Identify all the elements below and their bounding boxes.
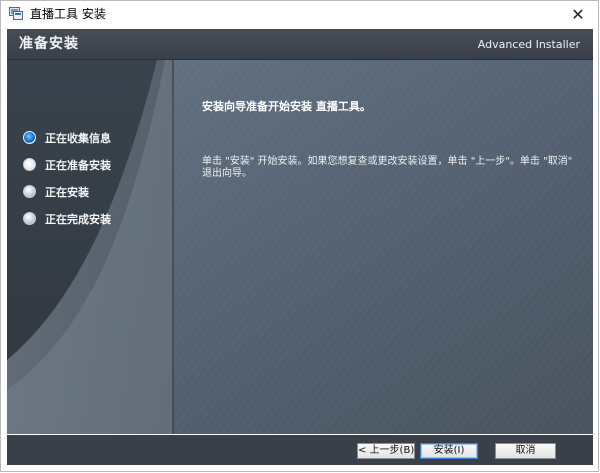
step-collecting-info: 正在收集信息 — [23, 124, 111, 151]
step-installing: 正在安装 — [23, 178, 111, 205]
step-label: 正在准备安装 — [45, 158, 111, 172]
cancel-button[interactable]: 取消 — [495, 443, 556, 459]
step-status-radio — [23, 158, 36, 171]
step-label: 正在收集信息 — [45, 131, 111, 145]
window-title: 直播工具 安装 — [30, 7, 106, 21]
close-icon: ✕ — [571, 4, 585, 24]
step-preparing-install: 正在准备安装 — [23, 151, 111, 178]
steps-sidebar: 正在收集信息 正在准备安装 正在安装 正在完成安装 — [7, 60, 173, 434]
install-button[interactable]: 安装(I) — [420, 443, 478, 459]
ready-description: 单击 "安装" 开始安装。如果您想复查或更改安装设置，单击 "上一步"。单击 "… — [202, 156, 573, 179]
page-header: 准备安装 Advanced Installer — [7, 29, 593, 60]
step-label: 正在完成安装 — [45, 212, 111, 226]
ready-heading: 安装向导准备开始安装 直播工具。 — [202, 100, 371, 113]
button-bar: < 上一步(B) 安装(I) 取消 — [7, 435, 593, 465]
step-finishing-install: 正在完成安装 — [23, 205, 111, 232]
wizard-content: 正在收集信息 正在准备安装 正在安装 正在完成安装 安装向导准备开始安装 直播工… — [7, 60, 593, 434]
step-list: 正在收集信息 正在准备安装 正在安装 正在完成安装 — [23, 124, 111, 232]
installer-window: 直播工具 安装 ✕ 准备安装 Advanced Installer 正在收集信息… — [0, 0, 599, 472]
step-label: 正在安装 — [45, 185, 89, 199]
page-title: 准备安装 — [19, 36, 79, 52]
step-status-radio — [23, 212, 36, 225]
brand-label: Advanced Installer — [477, 38, 580, 51]
installer-app-icon — [9, 7, 23, 20]
back-button[interactable]: < 上一步(B) — [357, 443, 415, 459]
step-status-radio — [23, 185, 36, 198]
step-status-radio — [23, 131, 36, 144]
title-bar[interactable]: 直播工具 安装 ✕ — [1, 1, 598, 27]
wizard-message: 安装向导准备开始安装 直播工具。 单击 "安装" 开始安装。如果您想复查或更改安… — [202, 100, 577, 180]
close-button[interactable]: ✕ — [558, 1, 598, 27]
